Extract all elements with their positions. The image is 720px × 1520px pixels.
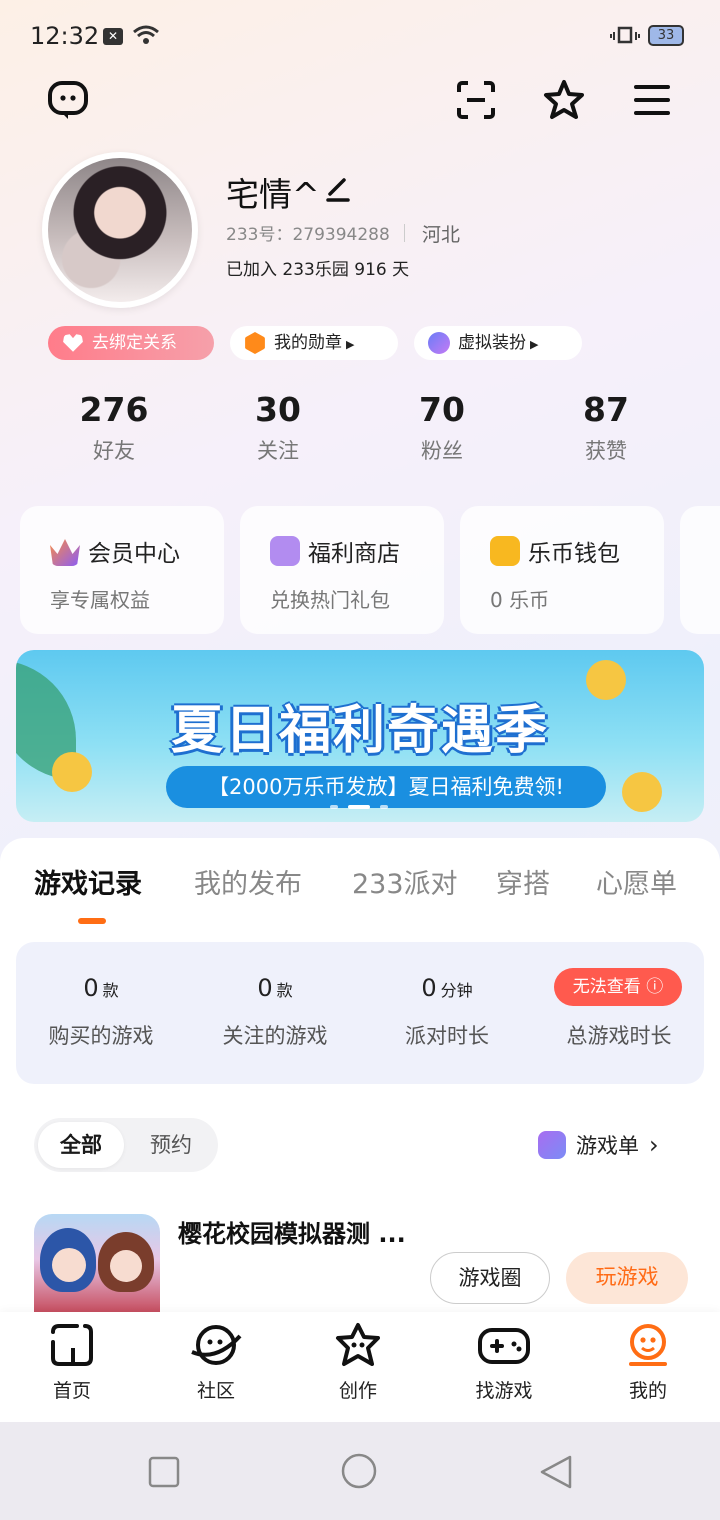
vip-center-card[interactable]: 会员中心 享专属权益	[20, 506, 224, 634]
battery-icon: 33	[648, 25, 684, 46]
summer-banner[interactable]: 夏日福利奇遇季 【2000万乐币发放】夏日福利免费领!	[16, 650, 704, 822]
welfare-shop-card[interactable]: 福利商店 兑换热门礼包	[240, 506, 444, 634]
chevron-right-icon: ›	[649, 1131, 659, 1159]
banner-subtitle: 【2000万乐币发放】夏日福利免费领!	[166, 766, 606, 808]
notification-icon: ✕	[103, 28, 123, 45]
user-region: 河北	[422, 224, 461, 246]
scan-icon[interactable]	[454, 78, 498, 122]
divider	[404, 224, 405, 242]
nav-create[interactable]: 创作	[308, 1322, 408, 1403]
nav-mine[interactable]: 我的	[598, 1322, 698, 1403]
stat-followed-games[interactable]: 0 款关注的游戏	[190, 974, 360, 1050]
medal-icon	[245, 332, 265, 354]
stat-party-time[interactable]: 0 分钟 派对时长	[362, 974, 532, 1050]
tab-party[interactable]: 233派对	[352, 862, 458, 901]
stat-purchased-games[interactable]: 0 款购买的游戏	[16, 974, 186, 1050]
wallet-icon	[490, 536, 520, 566]
game-icon[interactable]	[34, 1214, 160, 1314]
home-icon	[51, 1324, 93, 1366]
gift-icon	[270, 536, 300, 566]
back-icon[interactable]	[538, 1454, 574, 1490]
tab-indicator	[78, 918, 106, 924]
status-time: 12:32	[30, 22, 100, 50]
stat-friends[interactable]: 276 好友	[44, 390, 184, 465]
nav-community[interactable]: 社区	[166, 1322, 266, 1403]
avatar-costume-icon	[428, 332, 450, 354]
user-name: 宅情^	[226, 175, 320, 214]
play-game-button[interactable]: 玩游戏	[566, 1252, 688, 1304]
tab-game-records[interactable]: 游戏记录	[34, 862, 142, 901]
tab-outfit[interactable]: 穿搭	[496, 862, 550, 901]
chat-bubble-icon[interactable]	[46, 78, 90, 122]
banner-title: 夏日福利奇遇季	[170, 701, 549, 761]
sparkle-icon	[538, 1131, 566, 1159]
cannot-view-badge[interactable]: 无法查看 ⓘ	[554, 968, 682, 1006]
tab-wishlist[interactable]: 心愿单	[596, 862, 677, 901]
tab-my-posts[interactable]: 我的发布	[194, 862, 302, 901]
planet-icon	[191, 1325, 242, 1365]
edit-icon[interactable]	[326, 176, 350, 202]
my-medals-chip[interactable]: 我的勋章 ▶	[230, 326, 398, 360]
crown-icon	[50, 539, 80, 566]
gamepad-icon	[478, 1328, 530, 1364]
vibrate-icon	[610, 26, 640, 44]
filter-reserve[interactable]: 预约	[128, 1122, 214, 1168]
heart-icon	[63, 334, 83, 352]
virtual-costume-chip[interactable]: 虚拟装扮 ▶	[414, 326, 582, 360]
game-circle-button[interactable]: 游戏圈	[430, 1252, 550, 1304]
stat-fans[interactable]: 70 粉丝	[372, 390, 512, 465]
star-icon[interactable]	[542, 78, 586, 122]
bind-relation-chip[interactable]: 去绑定关系	[48, 326, 214, 360]
profile-face-icon	[629, 1324, 667, 1366]
banner-pager	[330, 805, 388, 809]
user-id: 233号：279394288	[226, 225, 390, 245]
filter-all[interactable]: 全部	[38, 1122, 124, 1168]
star-create-icon	[336, 1323, 380, 1366]
home-button-icon[interactable]	[340, 1452, 378, 1490]
join-days: 已加入 233乐园 916 天	[226, 260, 410, 280]
avatar[interactable]	[42, 152, 198, 308]
game-title[interactable]: 樱花校园模拟器测 ...	[178, 1214, 406, 1249]
nav-find-games[interactable]: 找游戏	[454, 1322, 554, 1403]
wifi-icon	[133, 25, 159, 44]
recent-apps-icon[interactable]	[148, 1456, 180, 1488]
stat-following[interactable]: 30 关注	[208, 390, 348, 465]
question-icon: ⓘ	[646, 977, 664, 997]
nav-home[interactable]: 首页	[22, 1322, 122, 1403]
stat-likes[interactable]: 87 获赞	[536, 390, 676, 465]
coin-wallet-card[interactable]: 乐币钱包 0 乐币	[460, 506, 664, 634]
more-card[interactable]	[680, 506, 720, 634]
game-list-link[interactable]: 游戏单 ›	[538, 1130, 659, 1160]
menu-icon[interactable]	[630, 78, 674, 122]
